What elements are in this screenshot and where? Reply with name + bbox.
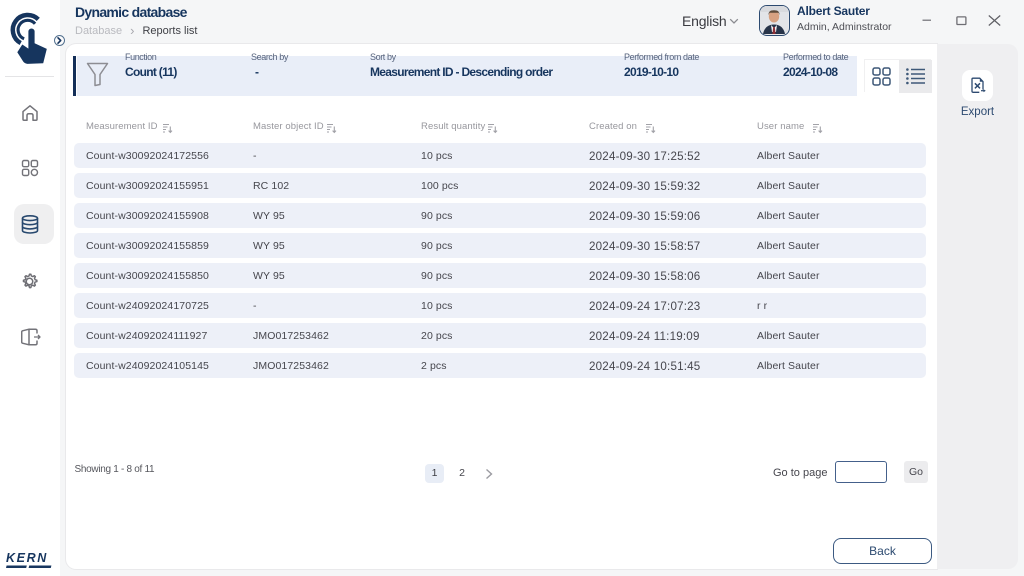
svg-text:KERN: KERN [6, 551, 48, 565]
